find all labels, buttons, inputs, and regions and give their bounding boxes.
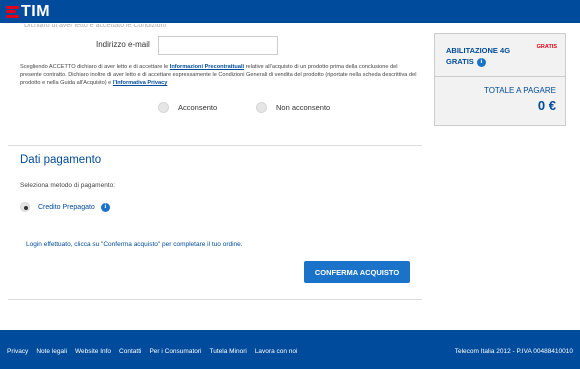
consent-no-option[interactable]: Non acconsento <box>256 102 330 113</box>
total-value: 0 € <box>537 98 556 113</box>
total-label: TOTALE A PAGARE <box>483 86 556 95</box>
payment-method-label: Seleziona metodo di pagamento: <box>20 182 116 189</box>
faded-text: Dichiaro di aver letto e accettato le Co… <box>24 24 167 29</box>
consent-no-radio[interactable] <box>256 102 267 113</box>
login-message: Login effettuato, clicca su "Conferma ac… <box>26 241 243 248</box>
footer-link-minors-protection[interactable]: Tutela Minori <box>209 348 246 355</box>
consent-yes-radio[interactable] <box>158 102 169 113</box>
email-field[interactable] <box>158 36 278 55</box>
precontract-info-link[interactable]: Informazioni Precontrattuali <box>170 64 244 70</box>
info-icon[interactable]: i <box>100 202 110 212</box>
summary-item: ABILITAZIONE 4G GRATIS i GRATIS <box>435 34 565 77</box>
order-summary: ABILITAZIONE 4G GRATIS i GRATIS TOTALE A … <box>434 33 566 126</box>
email-label: Indirizzo e-mail <box>96 40 150 49</box>
section-divider <box>8 145 422 146</box>
legal-text-part1: Scegliendo ACCETTO dichiaro di aver lett… <box>20 64 170 70</box>
consent-yes-label: Acconsento <box>178 103 218 112</box>
footer-link-consumers[interactable]: Per i Consumatori <box>149 348 201 355</box>
info-icon[interactable]: i <box>476 57 486 67</box>
footer-link-contacts[interactable]: Contatti <box>119 348 141 355</box>
summary-item-title: ABILITAZIONE 4G GRATIS i <box>446 45 536 67</box>
confirm-purchase-button[interactable]: CONFERMA ACQUISTO <box>304 261 410 283</box>
footer-links: Privacy Note legali Website Info Contatt… <box>7 348 305 355</box>
payment-section-title: Dati pagamento <box>20 154 102 166</box>
bottom-divider <box>8 299 422 300</box>
logo-mark-icon <box>6 5 19 18</box>
footer: Privacy Note legali Website Info Contatt… <box>0 330 580 369</box>
legal-text: Scegliendo ACCETTO dichiaro di aver lett… <box>20 63 420 87</box>
footer-link-legal-notes[interactable]: Note legali <box>36 348 67 355</box>
payment-method-option[interactable]: Credito Prepagato i <box>20 202 110 212</box>
footer-link-privacy[interactable]: Privacy <box>7 348 28 355</box>
prepaid-credit-radio[interactable] <box>20 202 30 212</box>
payment-method-name: Credito Prepagato <box>38 203 95 211</box>
privacy-policy-link[interactable]: l'Informativa Privacy <box>113 80 168 86</box>
logo-text: TIM <box>21 3 51 20</box>
consent-yes-option[interactable]: Acconsento <box>158 102 217 113</box>
footer-copyright: Telecom Italia 2012 - P.IVA 00488410010 <box>454 348 573 355</box>
consent-no-label: Non acconsento <box>276 103 331 112</box>
footer-link-careers[interactable]: Lavora con noi <box>255 348 298 355</box>
footer-link-website-info[interactable]: Website Info <box>75 348 111 355</box>
tim-logo[interactable]: TIM <box>6 3 50 20</box>
free-badge: GRATIS <box>536 44 557 50</box>
top-header: TIM <box>0 0 580 23</box>
